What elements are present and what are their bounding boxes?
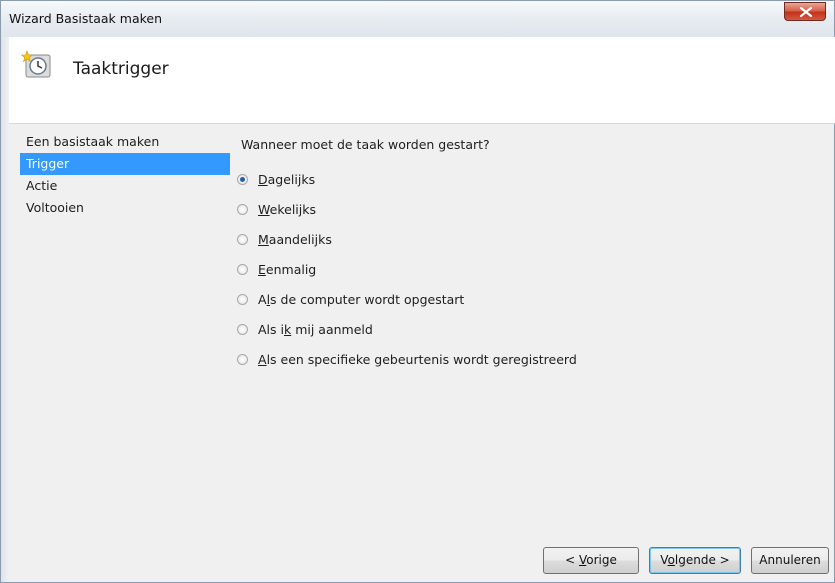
wizard-header: Taaktrigger bbox=[9, 37, 835, 124]
page-title: Taaktrigger bbox=[73, 59, 169, 79]
option-daily[interactable]: Dagelijks bbox=[237, 164, 577, 194]
option-label: Als ik mij aanmeld bbox=[258, 321, 373, 337]
option-label: Als de computer wordt opgestart bbox=[258, 291, 465, 307]
clock-icon bbox=[21, 50, 51, 78]
radio-button[interactable] bbox=[237, 203, 248, 215]
option-weekly[interactable]: Wekelijks bbox=[237, 194, 577, 224]
back-button[interactable]: < Vorige bbox=[543, 547, 639, 574]
option-once[interactable]: Eenmalig bbox=[237, 254, 577, 284]
trigger-options: Dagelijks Wekelijks Maandelijks Eenmalig… bbox=[237, 164, 577, 374]
option-specific-event[interactable]: Als een specifieke gebeurtenis wordt ger… bbox=[237, 344, 577, 374]
radio-button[interactable] bbox=[237, 173, 248, 185]
close-icon bbox=[800, 7, 812, 17]
title-bar[interactable]: Wizard Basistaak maken bbox=[1, 1, 834, 37]
wizard-window: Wizard Basistaak maken Taaktrigger Een b… bbox=[0, 0, 835, 583]
option-computer-starts[interactable]: Als de computer wordt opgestart bbox=[237, 284, 577, 314]
radio-button[interactable] bbox=[237, 353, 248, 365]
option-i-log-on[interactable]: Als ik mij aanmeld bbox=[237, 314, 577, 344]
next-button[interactable]: Volgende > bbox=[649, 547, 741, 574]
nav-item-trigger[interactable]: Trigger bbox=[20, 153, 230, 175]
radio-button[interactable] bbox=[237, 233, 248, 245]
trigger-question: Wanneer moet de taak worden gestart? bbox=[241, 137, 490, 152]
radio-button[interactable] bbox=[237, 263, 248, 275]
option-label: Wekelijks bbox=[258, 201, 316, 217]
option-label: Eenmalig bbox=[258, 261, 317, 277]
window-left-border bbox=[1, 37, 9, 582]
option-label: Als een specifieke gebeurtenis wordt ger… bbox=[258, 351, 577, 367]
nav-item-finish[interactable]: Voltooien bbox=[20, 197, 230, 219]
nav-item-action[interactable]: Actie bbox=[20, 175, 230, 197]
nav-item-create-basic-task[interactable]: Een basistaak maken bbox=[20, 131, 230, 153]
option-label: Maandelijks bbox=[258, 231, 332, 247]
cancel-button[interactable]: Annuleren bbox=[751, 547, 829, 574]
option-label: Dagelijks bbox=[258, 171, 316, 187]
window-title: Wizard Basistaak maken bbox=[9, 11, 163, 26]
radio-button[interactable] bbox=[237, 323, 248, 335]
radio-button[interactable] bbox=[237, 293, 248, 305]
wizard-steps-nav: Een basistaak maken Trigger Actie Voltoo… bbox=[20, 131, 230, 219]
close-button[interactable] bbox=[784, 2, 826, 21]
option-monthly[interactable]: Maandelijks bbox=[237, 224, 577, 254]
